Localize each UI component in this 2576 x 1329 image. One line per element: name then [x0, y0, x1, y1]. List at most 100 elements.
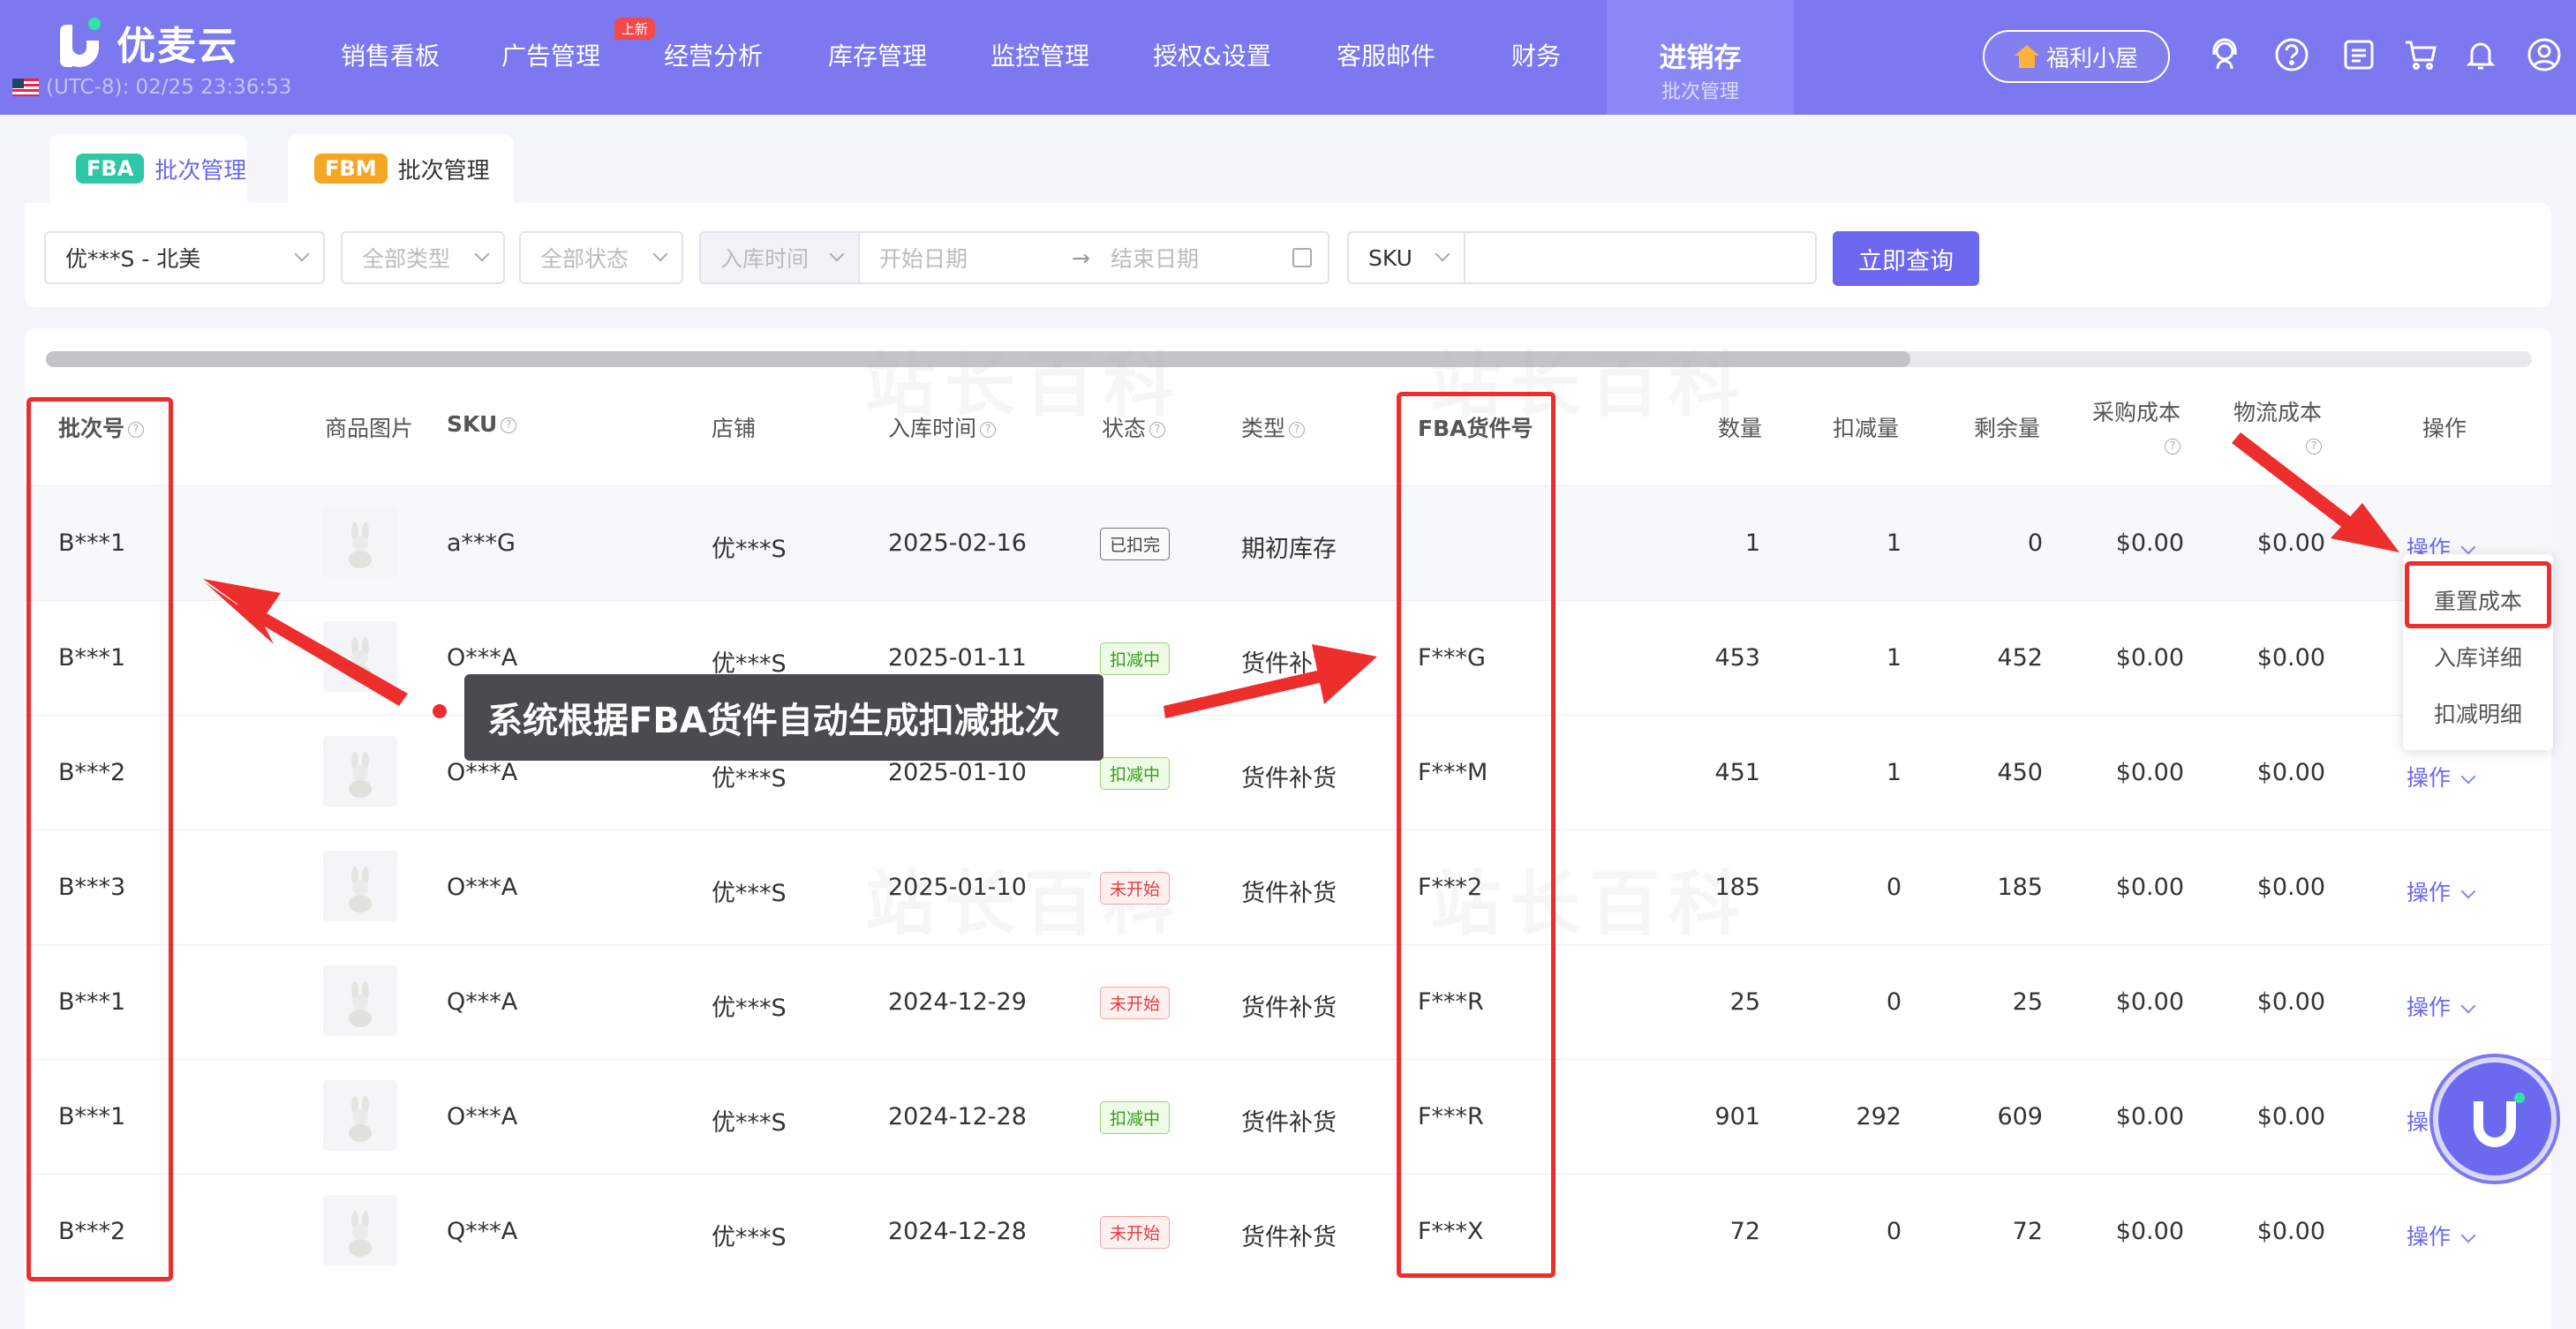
help-icon[interactable] [2274, 37, 2309, 72]
nav-monitor[interactable]: 监控管理 [990, 37, 1089, 72]
cell-logistics-cost: $0.00 [2256, 644, 2325, 672]
status-badge: 扣减中 [1100, 1101, 1171, 1134]
menu-deduct-detail[interactable]: 扣减明细 [2403, 697, 2553, 729]
floating-assistant-button[interactable] [2433, 1057, 2557, 1181]
row-action-dropdown[interactable]: 操作 [2407, 761, 2476, 792]
time-field-value: 入库时间 [720, 246, 810, 272]
status-badge: 扣减中 [1100, 642, 1171, 675]
welfare-button[interactable]: 福利小屋 [1983, 30, 2170, 83]
top-navbar: 优麦云 (UTC-8): 02/25 23:36:53 销售看板 广告管理 上新… [0, 0, 2576, 115]
bell-icon[interactable] [2463, 37, 2498, 72]
col-type-label: 类型 [1241, 416, 1286, 441]
shop-select-value: 优***S - 北美 [65, 246, 201, 272]
cell-sku: O***A [447, 759, 518, 786]
start-date-input[interactable]: 开始日期 [879, 242, 968, 274]
user-avatar-icon[interactable] [2527, 37, 2562, 72]
cell-qty: 901 [1714, 1103, 1760, 1130]
query-button[interactable]: 立即查询 [1833, 231, 1979, 286]
rabbit-icon [349, 522, 372, 568]
question-icon: ? [980, 422, 997, 438]
sku-type-select[interactable]: SKU [1347, 231, 1465, 284]
annotation-dot [433, 704, 447, 718]
nav-analytics[interactable]: 经营分析 [664, 37, 763, 72]
chevron-down-icon [2460, 769, 2476, 785]
tab-fba-batch[interactable]: FBA 批次管理 [49, 134, 247, 203]
cell-inbound-date: 2025-01-10 [888, 874, 1027, 901]
status-select[interactable]: 全部状态 [519, 231, 683, 284]
status-badge: 已扣完 [1100, 528, 1171, 560]
row-action-dropdown[interactable]: 操作 [2407, 1220, 2476, 1251]
rabbit-icon [349, 1211, 372, 1257]
question-icon: ? [2165, 439, 2181, 454]
tab-fba-label: 批次管理 [154, 157, 247, 184]
col-purchase-cost-help[interactable]: ? [2161, 432, 2181, 458]
cell-type: 货件补货 [1241, 880, 1337, 907]
shop-select[interactable]: 优***S - 北美 [44, 231, 325, 284]
cell-deduct: 292 [1856, 1103, 1902, 1130]
support-agent-icon[interactable] [2207, 37, 2242, 72]
logo[interactable]: 优麦云 [60, 14, 238, 71]
date-range-picker[interactable]: 开始日期 → 结束日期 [858, 231, 1329, 284]
nav-new-badge: 上新 [614, 18, 656, 40]
product-image[interactable] [323, 965, 397, 1036]
cell-remain: 450 [1997, 759, 2043, 786]
col-sku[interactable]: SKU? [447, 411, 517, 437]
nav-finance[interactable]: 财务 [1511, 37, 1561, 72]
product-image[interactable] [323, 1195, 397, 1265]
cell-inbound-date: 2024-12-29 [888, 988, 1027, 1016]
highlight-reset-cost [2405, 561, 2551, 628]
nav-service-mail[interactable]: 客服邮件 [1337, 37, 1435, 72]
time-field-select[interactable]: 入库时间 [699, 231, 860, 284]
row-action-label: 操作 [2407, 1224, 2452, 1250]
chevron-down-icon [829, 246, 845, 262]
status-badge: 未开始 [1100, 872, 1171, 905]
cell-deduct: 1 [1886, 644, 1902, 672]
annotation-tooltip: 系统根据FBA货件自动生成扣减批次 [464, 674, 1103, 761]
welfare-label: 福利小屋 [2045, 45, 2138, 72]
product-image[interactable] [323, 851, 397, 921]
product-image[interactable] [323, 621, 397, 692]
tab-fbm-batch[interactable]: FBM 批次管理 [288, 134, 514, 203]
col-logistics-cost: 物流成本 [2233, 400, 2323, 425]
row-action-dropdown[interactable]: 操作 [2407, 875, 2476, 907]
logo-text: 优麦云 [117, 24, 238, 69]
question-icon: ? [1289, 422, 1306, 438]
product-image[interactable] [323, 736, 397, 807]
row-action-label: 操作 [2407, 880, 2452, 905]
nav-inventory[interactable]: 库存管理 [828, 37, 927, 72]
row-action-dropdown[interactable]: 操作 [2407, 990, 2476, 1022]
col-qty: 数量 [1718, 416, 1763, 441]
chevron-down-icon [2460, 883, 2476, 899]
nav-ads[interactable]: 广告管理 [501, 37, 600, 72]
col-purchase-cost: 采购成本 [2092, 400, 2181, 425]
col-deduct: 扣减量 [1833, 416, 1900, 441]
menu-inbound-detail[interactable]: 入库详细 [2403, 641, 2553, 672]
question-icon: ? [501, 417, 517, 433]
rabbit-icon [349, 752, 372, 798]
cell-remain: 25 [2012, 988, 2043, 1016]
col-inbound-time[interactable]: 入库时间? [888, 411, 997, 443]
cell-sku: a***G [447, 529, 516, 557]
end-date-input[interactable]: 结束日期 [1111, 242, 1199, 274]
fba-pill: FBA [76, 154, 145, 184]
type-select[interactable]: 全部类型 [341, 231, 505, 284]
cell-purchase-cost: $0.00 [2115, 759, 2184, 786]
row-action-label: 操作 [2407, 995, 2452, 1020]
cell-deduct: 1 [1886, 759, 1902, 786]
cell-type: 货件补货 [1241, 650, 1337, 678]
product-image[interactable] [323, 507, 397, 577]
cart-icon[interactable] [2403, 37, 2438, 72]
col-type[interactable]: 类型? [1241, 411, 1306, 443]
cell-purchase-cost: $0.00 [2115, 644, 2184, 672]
product-image[interactable] [323, 1080, 397, 1151]
sku-search-input[interactable] [1464, 231, 1817, 284]
nav-sales-dashboard[interactable]: 销售看板 [341, 37, 440, 72]
cell-deduct: 0 [1886, 874, 1902, 901]
nav-inventory-flow-active[interactable]: 进销存 批次管理 [1607, 0, 1794, 115]
notes-icon[interactable] [2341, 37, 2376, 72]
nav-auth-settings[interactable]: 授权&设置 [1153, 37, 1271, 72]
cell-type: 货件补货 [1241, 765, 1337, 792]
col-logistics-cost-help[interactable]: ? [2302, 432, 2322, 458]
col-status[interactable]: 状态? [1102, 411, 1166, 443]
logo-icon [60, 18, 101, 67]
